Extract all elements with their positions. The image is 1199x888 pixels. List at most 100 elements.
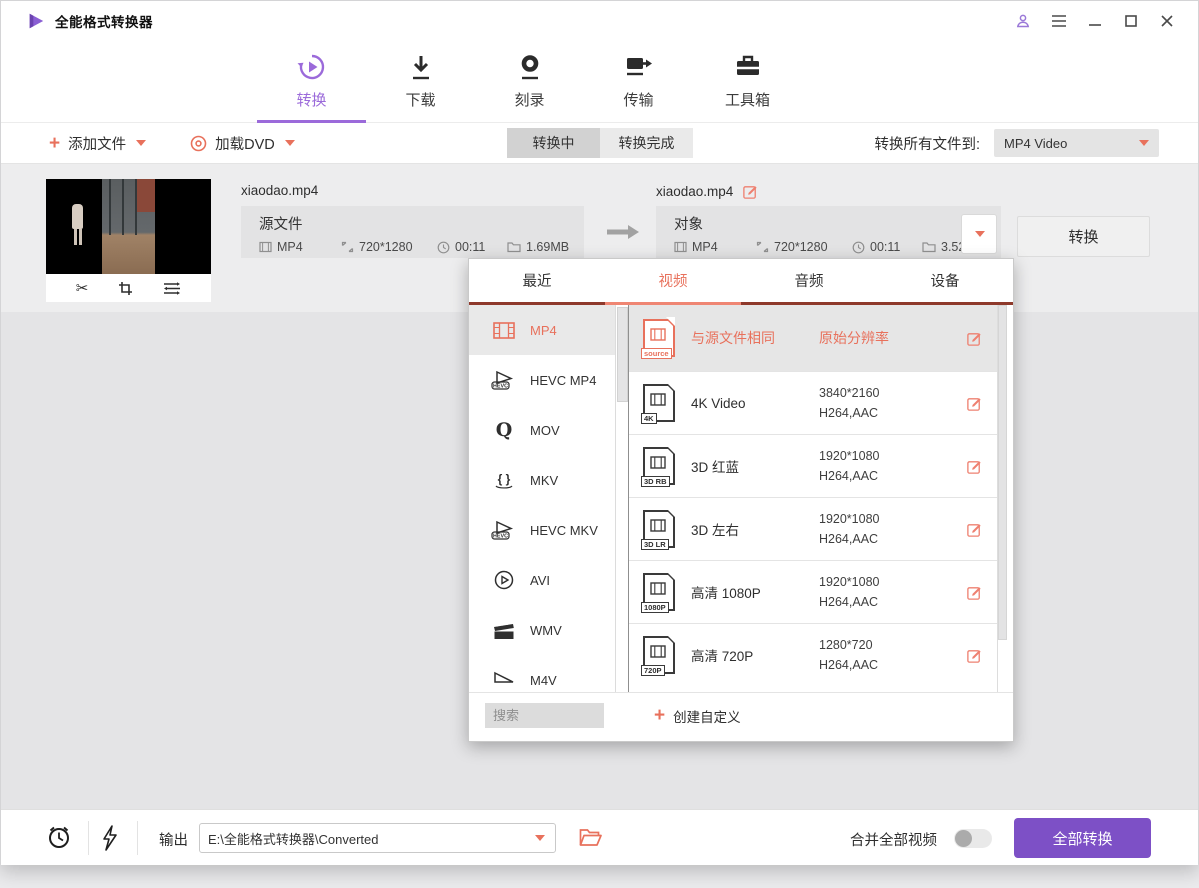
maximize-icon[interactable] bbox=[1122, 12, 1140, 30]
preset-hd-720p[interactable]: 720P 高清 720P 1280*720H264,AAC bbox=[629, 623, 997, 686]
source-format: MP4 bbox=[277, 240, 303, 254]
create-custom-button[interactable]: + 创建自定义 bbox=[654, 706, 741, 726]
minimize-icon[interactable] bbox=[1086, 12, 1104, 30]
preset-4k-video[interactable]: 4K 4K Video 3840*2160H264,AAC bbox=[629, 371, 997, 434]
preset-hd-1080p[interactable]: 1080P 高清 1080P 1920*1080H264,AAC bbox=[629, 560, 997, 623]
nav-tab-transfer[interactable]: 传输 bbox=[584, 41, 693, 122]
format-item-hevc-mkv[interactable]: HEVC HEVC MKV bbox=[469, 505, 615, 555]
format-item-hevc-mp4[interactable]: HEVC HEVC MP4 bbox=[469, 355, 615, 405]
merge-all-toggle[interactable] bbox=[954, 829, 992, 848]
add-files-button[interactable]: + 添加文件 bbox=[49, 133, 146, 154]
source-size: 1.69MB bbox=[526, 240, 569, 254]
preset-3d-left-right[interactable]: 3D LR 3D 左右 1920*1080H264,AAC bbox=[629, 497, 997, 560]
hevc-mp4-icon: HEVC bbox=[491, 370, 517, 390]
edit-preset-icon[interactable] bbox=[966, 584, 983, 601]
preset-codec: H264,AAC bbox=[819, 592, 949, 612]
load-dvd-button[interactable]: 加载DVD bbox=[190, 133, 295, 154]
preset-spec: 原始分辨率 bbox=[819, 330, 889, 346]
format-label: WMV bbox=[530, 623, 562, 638]
format-label: HEVC MKV bbox=[530, 523, 598, 538]
preset-name: 高清 720P bbox=[691, 645, 819, 665]
video-thumbnail[interactable]: ✂ bbox=[46, 179, 211, 302]
app-title: 全能格式转换器 bbox=[55, 11, 153, 31]
preset-list: source 与源文件相同 原始分辨率 4K 4K Video 3840*216… bbox=[629, 305, 997, 692]
preset-3d-red-blue[interactable]: 3D RB 3D 红蓝 1920*1080H264,AAC bbox=[629, 434, 997, 497]
nav-tab-burn[interactable]: 刻录 bbox=[475, 41, 584, 122]
source-title: 源文件 bbox=[259, 213, 584, 234]
nav-label-transfer: 传输 bbox=[623, 89, 653, 110]
convert-all-button[interactable]: 全部转换 bbox=[1014, 818, 1151, 858]
panel-tab-audio[interactable]: 音频 bbox=[741, 259, 877, 302]
format-item-m4v[interactable]: M4V bbox=[469, 655, 615, 692]
preset-same-as-source[interactable]: source 与源文件相同 原始分辨率 bbox=[629, 305, 997, 371]
nav-tab-convert[interactable]: 转换 bbox=[257, 41, 366, 122]
edit-preset-icon[interactable] bbox=[966, 458, 983, 475]
edit-preset-icon[interactable] bbox=[966, 647, 983, 664]
nav-tab-toolbox[interactable]: 工具箱 bbox=[693, 41, 802, 122]
app-logo-icon bbox=[27, 12, 45, 30]
nav-label-toolbox: 工具箱 bbox=[725, 89, 770, 110]
high-speed-bolt-icon[interactable] bbox=[101, 825, 119, 856]
output-format-value: MP4 Video bbox=[1004, 136, 1067, 151]
format-panel: 最近 视频 音频 设备 MP4 HEVC HEVC MP4 Q MOV bbox=[468, 258, 1014, 742]
output-path-value: E:\全能格式转换器\Converted bbox=[208, 829, 379, 848]
nav-tab-download[interactable]: 下载 bbox=[366, 41, 475, 122]
target-title: 对象 bbox=[674, 213, 1001, 234]
edit-preset-icon[interactable] bbox=[966, 330, 983, 347]
crop-icon[interactable] bbox=[118, 281, 133, 296]
target-resolution: 720*1280 bbox=[774, 240, 828, 254]
format-item-avi[interactable]: AVI bbox=[469, 555, 615, 605]
format-label: M4V bbox=[530, 673, 557, 688]
main-nav: 转换 下载 刻录 传输 工具箱 bbox=[1, 41, 1198, 123]
nav-label-burn: 刻录 bbox=[514, 89, 544, 110]
avi-icon bbox=[491, 570, 517, 590]
svg-text:{ }: { } bbox=[498, 472, 511, 486]
format-label: MP4 bbox=[530, 323, 557, 338]
toggle-knob bbox=[955, 830, 972, 847]
preset-name: 3D 红蓝 bbox=[691, 456, 819, 476]
preset-badge: 4K bbox=[641, 413, 657, 424]
format-panel-tabs: 最近 视频 音频 设备 bbox=[469, 259, 1013, 305]
tab-converted[interactable]: 转换完成 bbox=[600, 128, 693, 158]
edit-preset-icon[interactable] bbox=[966, 521, 983, 538]
preset-codec: H264,AAC bbox=[819, 529, 949, 549]
mp4-icon bbox=[491, 322, 517, 339]
preset-list-scrollbar[interactable] bbox=[997, 305, 1007, 692]
mkv-icon: { } bbox=[491, 471, 517, 490]
schedule-clock-icon[interactable] bbox=[46, 824, 72, 855]
toolbar: + 添加文件 加载DVD 转换中 转换完成 转换所有文件到: MP4 Video bbox=[1, 123, 1198, 164]
format-item-mov[interactable]: Q MOV bbox=[469, 405, 615, 455]
panel-footer: + 创建自定义 bbox=[469, 692, 1013, 738]
720p-file-icon: 720P bbox=[643, 636, 675, 674]
format-item-mkv[interactable]: { } MKV bbox=[469, 455, 615, 505]
output-path-select[interactable]: E:\全能格式转换器\Converted bbox=[199, 823, 556, 853]
trim-scissors-icon[interactable]: ✂ bbox=[76, 281, 89, 296]
panel-tab-recent[interactable]: 最近 bbox=[469, 259, 605, 302]
format-item-wmv[interactable]: WMV bbox=[469, 605, 615, 655]
open-folder-icon[interactable] bbox=[579, 828, 602, 852]
panel-tab-video[interactable]: 视频 bbox=[605, 259, 741, 302]
merge-all-label: 合并全部视频 bbox=[850, 829, 937, 850]
thumbnail-image bbox=[46, 179, 211, 274]
preset-resolution: 1920*1080 bbox=[819, 509, 949, 529]
rename-edit-icon[interactable] bbox=[742, 183, 759, 200]
titlebar: 全能格式转换器 bbox=[1, 1, 1198, 41]
search-input[interactable] bbox=[485, 703, 604, 728]
convert-row-button[interactable]: 转换 bbox=[1017, 216, 1150, 257]
account-icon[interactable] bbox=[1014, 12, 1032, 30]
preset-resolution: 1280*720 bbox=[819, 635, 949, 655]
panel-tab-device[interactable]: 设备 bbox=[877, 259, 1013, 302]
edit-preset-icon[interactable] bbox=[966, 395, 983, 412]
preset-name: 高清 1080P bbox=[691, 582, 819, 602]
target-format-dropdown-button[interactable] bbox=[961, 214, 997, 254]
format-item-mp4[interactable]: MP4 bbox=[469, 305, 615, 355]
effects-sliders-icon[interactable] bbox=[163, 281, 181, 296]
output-format-select[interactable]: MP4 Video bbox=[994, 129, 1159, 157]
format-list-scrollbar[interactable] bbox=[615, 305, 628, 692]
tab-converting[interactable]: 转换中 bbox=[507, 128, 600, 158]
target-info-box: 对象 MP4 720*1280 00:11 3.52MB bbox=[656, 206, 1001, 258]
source-filename: xiaodao.mp4 bbox=[241, 183, 318, 198]
menu-icon[interactable] bbox=[1050, 12, 1068, 30]
close-icon[interactable] bbox=[1158, 12, 1176, 30]
preset-badge: 720P bbox=[641, 665, 665, 676]
